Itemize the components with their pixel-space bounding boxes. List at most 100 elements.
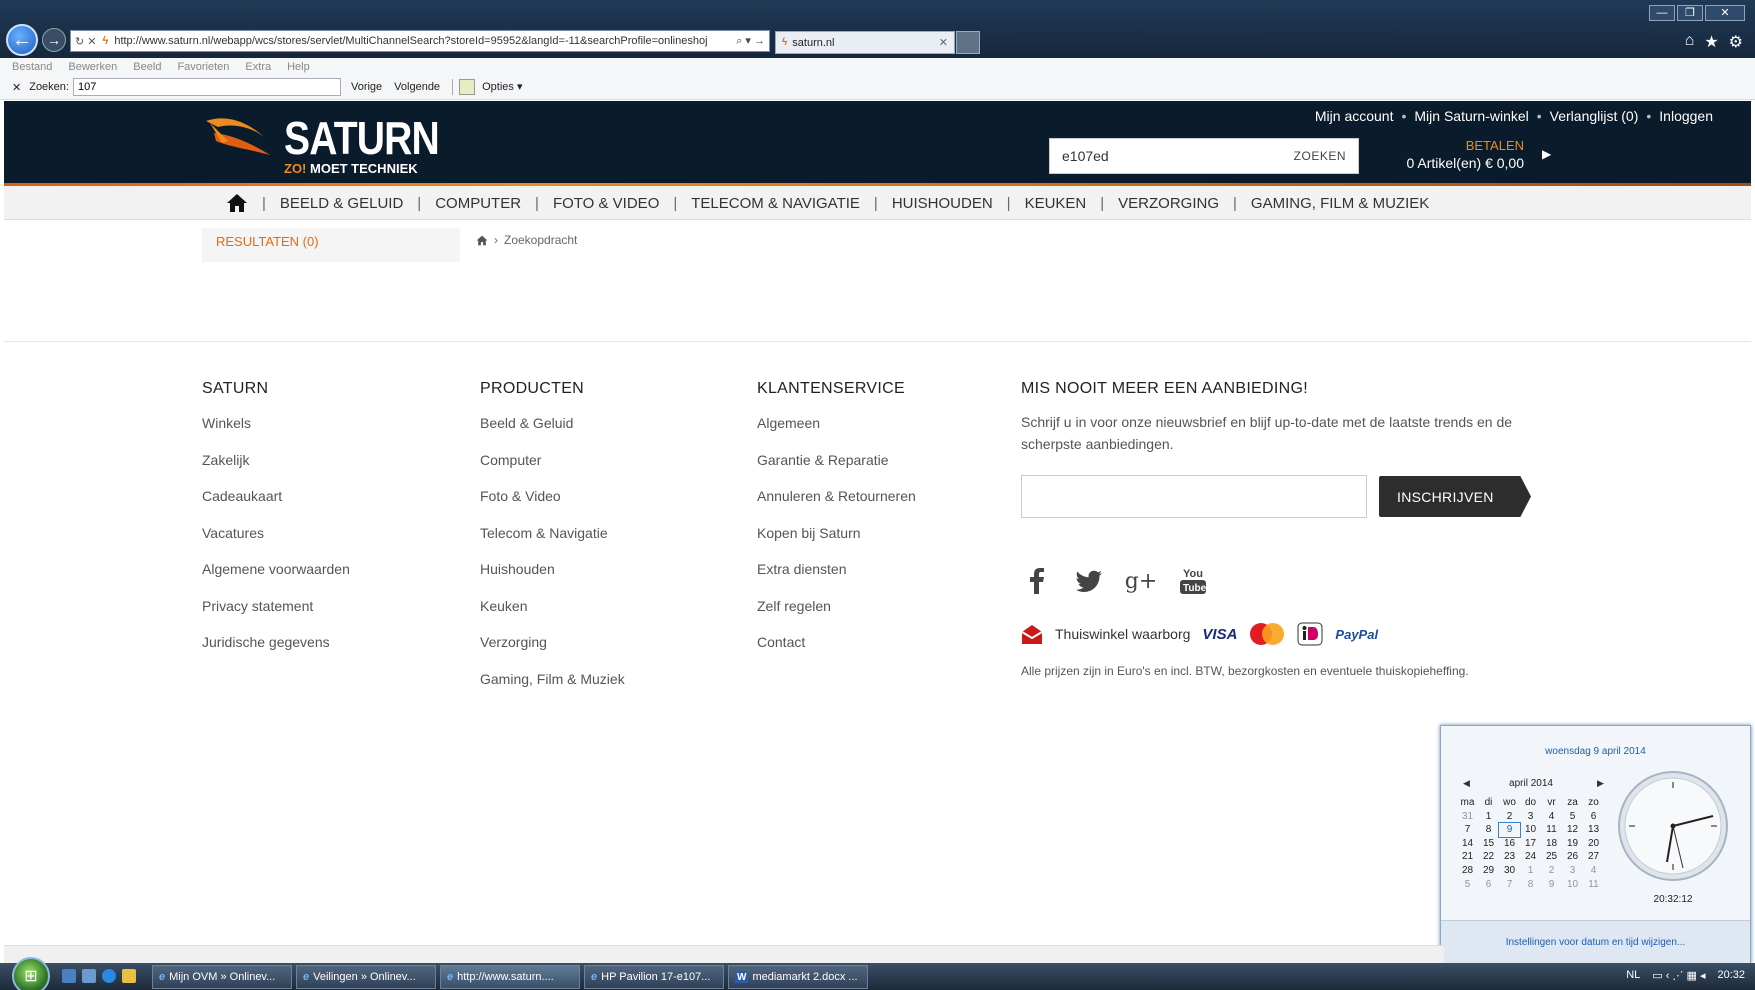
search-button[interactable]: ZOEKEN: [1282, 149, 1358, 163]
calendar-date-long[interactable]: woensdag 9 april 2014: [1441, 746, 1750, 757]
calendar-day[interactable]: 17: [1520, 837, 1541, 851]
home-icon[interactable]: ⌂: [1685, 32, 1695, 52]
calendar-day[interactable]: 5: [1457, 878, 1478, 892]
calendar-day[interactable]: 2: [1499, 810, 1520, 824]
start-button[interactable]: ⊞: [12, 957, 50, 990]
calendar-day[interactable]: 10: [1520, 823, 1541, 837]
calendar-day[interactable]: 18: [1541, 837, 1562, 851]
nav-verzorging[interactable]: VERZORGING: [1118, 195, 1219, 212]
calendar-day[interactable]: 26: [1562, 850, 1583, 864]
close-window-button[interactable]: ✕: [1705, 5, 1745, 21]
find-close-icon[interactable]: ✕: [12, 81, 21, 94]
link-mijn-account[interactable]: Mijn account: [1315, 108, 1394, 124]
footer-link[interactable]: Cadeaukaart: [202, 486, 350, 523]
calendar-day[interactable]: 8: [1520, 878, 1541, 892]
explorer-icon[interactable]: [122, 969, 136, 983]
footer-link[interactable]: Keuken: [480, 596, 625, 633]
footer-link[interactable]: Computer: [480, 450, 625, 487]
menu-help[interactable]: Help: [287, 61, 310, 73]
tab-close-icon[interactable]: ✕: [939, 36, 948, 49]
forward-button[interactable]: →: [42, 28, 66, 52]
link-verlanglijst[interactable]: Verlanglijst (0): [1550, 108, 1639, 124]
nav-keuken[interactable]: KEUKEN: [1025, 195, 1087, 212]
find-options-button[interactable]: Opties ▾: [452, 79, 523, 95]
taskbar-item[interactable]: e Mijn OVM » Onlinev...: [152, 965, 292, 989]
calendar-day[interactable]: 11: [1583, 878, 1604, 892]
gear-icon[interactable]: ⚙: [1729, 32, 1743, 52]
cart-summary[interactable]: BETALEN 0 Artikel(en) € 0,00: [1364, 138, 1524, 171]
back-button[interactable]: ←: [6, 24, 38, 56]
taskbar-item[interactable]: e http://www.saturn....: [440, 965, 580, 989]
footer-link[interactable]: Kopen bij Saturn: [757, 523, 916, 560]
footer-link[interactable]: Winkels: [202, 413, 350, 450]
date-settings-link[interactable]: Instellingen voor datum en tijd wijzigen…: [1441, 920, 1750, 964]
show-desktop-icon[interactable]: [62, 969, 76, 983]
results-tab[interactable]: RESULTATEN (0): [202, 228, 460, 262]
find-input[interactable]: [72, 78, 341, 96]
calendar-day[interactable]: 6: [1583, 810, 1604, 824]
calendar-day[interactable]: 4: [1583, 864, 1604, 878]
footer-link[interactable]: Beeld & Geluid: [480, 413, 625, 450]
refresh-icon[interactable]: ↻ ✕: [75, 35, 97, 48]
calendar-day[interactable]: 4: [1541, 810, 1562, 824]
minimize-button[interactable]: —: [1649, 5, 1675, 21]
calendar-day[interactable]: 5: [1562, 810, 1583, 824]
footer-link[interactable]: Verzorging: [480, 632, 625, 669]
googleplus-icon[interactable]: g+: [1125, 566, 1158, 596]
calendar-day[interactable]: 16: [1499, 837, 1520, 851]
calendar-day[interactable]: 20: [1583, 837, 1604, 851]
taskbar-item[interactable]: e HP Pavilion 17-e107...: [584, 965, 724, 989]
nav-telecom-navigatie[interactable]: TELECOM & NAVIGATIE: [691, 195, 860, 212]
calendar-day[interactable]: 15: [1478, 837, 1499, 851]
footer-link[interactable]: Zelf regelen: [757, 596, 916, 633]
calendar-day[interactable]: 21: [1457, 850, 1478, 864]
calendar-day[interactable]: 6: [1478, 878, 1499, 892]
calendar-day[interactable]: 8: [1478, 823, 1499, 837]
link-inloggen[interactable]: Inloggen: [1659, 108, 1713, 124]
subscribe-button[interactable]: INSCHRIJVEN: [1379, 476, 1531, 517]
new-tab-button[interactable]: [956, 31, 980, 54]
calendar-day[interactable]: 13: [1583, 823, 1604, 837]
footer-link[interactable]: Gaming, Film & Muziek: [480, 669, 625, 706]
footer-link[interactable]: Foto & Video: [480, 486, 625, 523]
address-bar[interactable]: ↻ ✕ ϟ http://www.saturn.nl/webapp/wcs/st…: [70, 30, 770, 52]
calendar-day[interactable]: 25: [1541, 850, 1562, 864]
footer-link[interactable]: Annuleren & Retourneren: [757, 486, 916, 523]
calendar-day[interactable]: 1: [1520, 864, 1541, 878]
address-url[interactable]: http://www.saturn.nl/webapp/wcs/stores/s…: [114, 35, 732, 47]
calendar-day[interactable]: 11: [1541, 823, 1562, 837]
ie-icon[interactable]: [102, 969, 116, 983]
menu-bewerken[interactable]: Bewerken: [68, 61, 117, 73]
calendar-day[interactable]: 24: [1520, 850, 1541, 864]
cart-arrow-icon[interactable]: ▶: [1542, 147, 1551, 161]
language-indicator[interactable]: NL: [1626, 969, 1640, 982]
calendar-day[interactable]: 3: [1520, 810, 1541, 824]
taskbar-item[interactable]: W mediamarkt 2.docx ...: [728, 965, 868, 989]
calendar-day[interactable]: 27: [1583, 850, 1604, 864]
facebook-icon[interactable]: [1022, 566, 1052, 596]
calendar-day[interactable]: 7: [1457, 823, 1478, 837]
calendar-next-icon[interactable]: ▶: [1597, 778, 1604, 789]
find-next-button[interactable]: Volgende: [394, 81, 440, 93]
breadcrumb-home-icon[interactable]: [476, 235, 488, 246]
footer-link[interactable]: Garantie & Reparatie: [757, 450, 916, 487]
calendar-day[interactable]: 3: [1562, 864, 1583, 878]
browser-tab[interactable]: ϟ saturn.nl ✕: [775, 31, 955, 54]
footer-link[interactable]: Algemeen: [757, 413, 916, 450]
saturn-logo[interactable]: SATURN ZO! MOET TECHNIEK: [204, 109, 440, 179]
calendar-day[interactable]: 9: [1541, 878, 1562, 892]
calendar-day[interactable]: 9: [1498, 822, 1521, 838]
calendar-day[interactable]: 30: [1499, 864, 1520, 878]
search-input[interactable]: [1050, 141, 1282, 171]
calendar-day[interactable]: 7: [1499, 878, 1520, 892]
menu-beeld[interactable]: Beeld: [133, 61, 161, 73]
menu-favorieten[interactable]: Favorieten: [177, 61, 229, 73]
calendar-day[interactable]: 29: [1478, 864, 1499, 878]
calendar-day[interactable]: 23: [1499, 850, 1520, 864]
youtube-icon[interactable]: You Tube: [1178, 566, 1208, 596]
footer-link[interactable]: Extra diensten: [757, 559, 916, 596]
switch-windows-icon[interactable]: [82, 969, 96, 983]
calendar-day[interactable]: 19: [1562, 837, 1583, 851]
nav-huishouden[interactable]: HUISHOUDEN: [892, 195, 993, 212]
menu-bestand[interactable]: Bestand: [12, 61, 52, 73]
